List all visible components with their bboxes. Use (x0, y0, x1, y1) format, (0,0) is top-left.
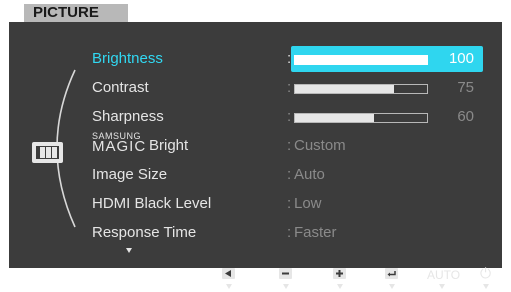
scroll-down-icon (126, 248, 132, 253)
colon-separator: : (287, 195, 292, 212)
enter-key-button[interactable] (385, 268, 398, 289)
colon-separator: : (287, 224, 292, 241)
power-icon: ⏻ (480, 265, 492, 281)
magic-bright-value: Custom (294, 137, 346, 154)
colon-separator: : (287, 137, 292, 154)
contrast-slider-fill (295, 85, 394, 93)
menu-item-sharpness[interactable]: Sharpness (92, 108, 164, 125)
hdmi-black-level-value: Low (294, 195, 322, 212)
colon-separator: : (287, 79, 292, 96)
left-arrow-icon (222, 268, 235, 279)
colon-separator: : (287, 108, 292, 125)
image-size-value: Auto (294, 166, 325, 183)
key-guide-bar: AUTO ⏻ (9, 262, 502, 292)
menu-item-response-time[interactable]: Response Time (92, 224, 196, 241)
menu-panel: Brightness : 100 Contrast : 75 Sharpness… (9, 22, 502, 268)
menu-title: PICTURE (24, 4, 128, 22)
left-key-button[interactable] (222, 268, 235, 289)
response-time-value: Faster (294, 224, 337, 241)
sharpness-value: 60 (457, 108, 474, 125)
auto-key-label: AUTO (427, 268, 461, 282)
contrast-slider[interactable] (294, 84, 428, 94)
colon-separator: : (287, 50, 292, 67)
osd-window: PICTURE Brightness : 100 Contrast : 75 S… (0, 0, 511, 292)
enter-icon (385, 268, 398, 279)
brightness-slider[interactable] (294, 55, 428, 65)
picture-menu-icon (32, 142, 63, 163)
magic-brand-text: MAGIC (92, 138, 147, 155)
menu-item-image-size[interactable]: Image Size (92, 166, 167, 183)
menu-item-magic-bright[interactable]: SAMSUNG MAGIC Bright (92, 131, 232, 155)
sharpness-slider-fill (295, 114, 375, 122)
minus-key-button[interactable] (279, 268, 292, 289)
menu-item-brightness[interactable]: Brightness (92, 50, 163, 67)
sharpness-slider[interactable] (294, 113, 428, 123)
menu-item-hdmi-black-level[interactable]: HDMI Black Level (92, 195, 211, 212)
colon-separator: : (287, 166, 292, 183)
brightness-slider-fill (295, 56, 427, 64)
contrast-value: 75 (457, 79, 474, 96)
plus-key-button[interactable] (333, 268, 346, 289)
menu-item-contrast[interactable]: Contrast (92, 79, 149, 96)
plus-icon (333, 268, 346, 279)
brightness-value: 100 (448, 50, 474, 67)
minus-icon (279, 268, 292, 279)
magic-bright-label: Bright (149, 137, 189, 154)
